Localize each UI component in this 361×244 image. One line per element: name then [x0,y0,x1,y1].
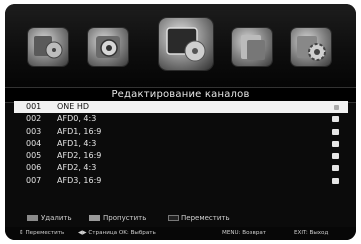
move-label[interactable]: Переместить [181,212,230,224]
tv-channels-icon[interactable] [159,18,213,70]
channel-name: AFD2, 4:3 [57,163,97,173]
channel-number: 006 [26,163,42,173]
channel-row[interactable]: 003 AFD1, 16:9 [14,126,348,138]
channel-number: 004 [26,138,42,148]
channel-name: AFD2, 16:9 [57,151,102,161]
channel-name: AFD3, 16:9 [57,175,102,185]
channel-type-icon [334,105,339,110]
hint-move: ⇕ Переместить [19,230,65,236]
channel-type-icon [332,140,339,147]
channel-number: 005 [26,151,42,161]
media-player-icon[interactable] [28,28,68,66]
channel-number: 007 [26,175,42,185]
channel-number: 001 [26,102,42,111]
channel-row[interactable]: 005 AFD2, 16:9 [14,150,348,162]
channel-row[interactable]: 004 AFD1, 4:3 [14,138,348,150]
channel-name: AFD0, 4:3 [57,114,97,124]
dial-icon[interactable] [88,28,128,66]
page-title: Редактирование каналов [111,89,250,100]
channel-row[interactable]: 007 AFD3, 16:9 [14,175,348,187]
calendar-clock-icon[interactable] [232,28,272,66]
color-key-legend: Удалить Пропустить Переместить [5,212,356,224]
channel-list: 001 ONE HD 002 AFD0, 4:3 003 AFD1, 16:9 004 AFD… [14,101,348,187]
channel-name: AFD1, 4:3 [57,138,97,148]
gear-icon[interactable] [291,28,331,66]
hint-menu-back: MENU: Возврат [222,230,267,236]
green-key-icon [89,215,100,221]
channel-number: 003 [26,126,42,136]
channel-row[interactable]: 006 AFD2, 4:3 [14,162,348,174]
yellow-key-icon [168,215,179,221]
channel-type-icon [332,128,339,135]
channel-type-icon [332,153,339,160]
help-bar: ⇕ Переместить ◀▶ Страница OK: Выбрать ME… [5,227,356,240]
skip-label[interactable]: Пропустить [103,212,146,224]
tv-screen: Редактирование каналов 001 ONE HD 002 AFD0,… [5,4,356,240]
channel-type-icon [332,165,339,172]
channel-row[interactable]: 002 AFD0, 4:3 [14,113,348,125]
hint-exit: EXIT: Выход [294,230,329,236]
channel-type-icon [332,177,339,184]
channel-name: AFD1, 16:9 [57,126,102,136]
channel-number: 002 [26,114,42,124]
hint-page-select: ◀▶ Страница OK: Выбрать [78,230,156,236]
channel-type-icon [332,116,339,123]
main-menu-bar [5,4,356,88]
channel-row[interactable]: 001 ONE HD [14,101,348,114]
red-key-icon [27,215,38,221]
channel-name: ONE HD [57,102,90,111]
delete-label[interactable]: Удалить [41,212,72,224]
